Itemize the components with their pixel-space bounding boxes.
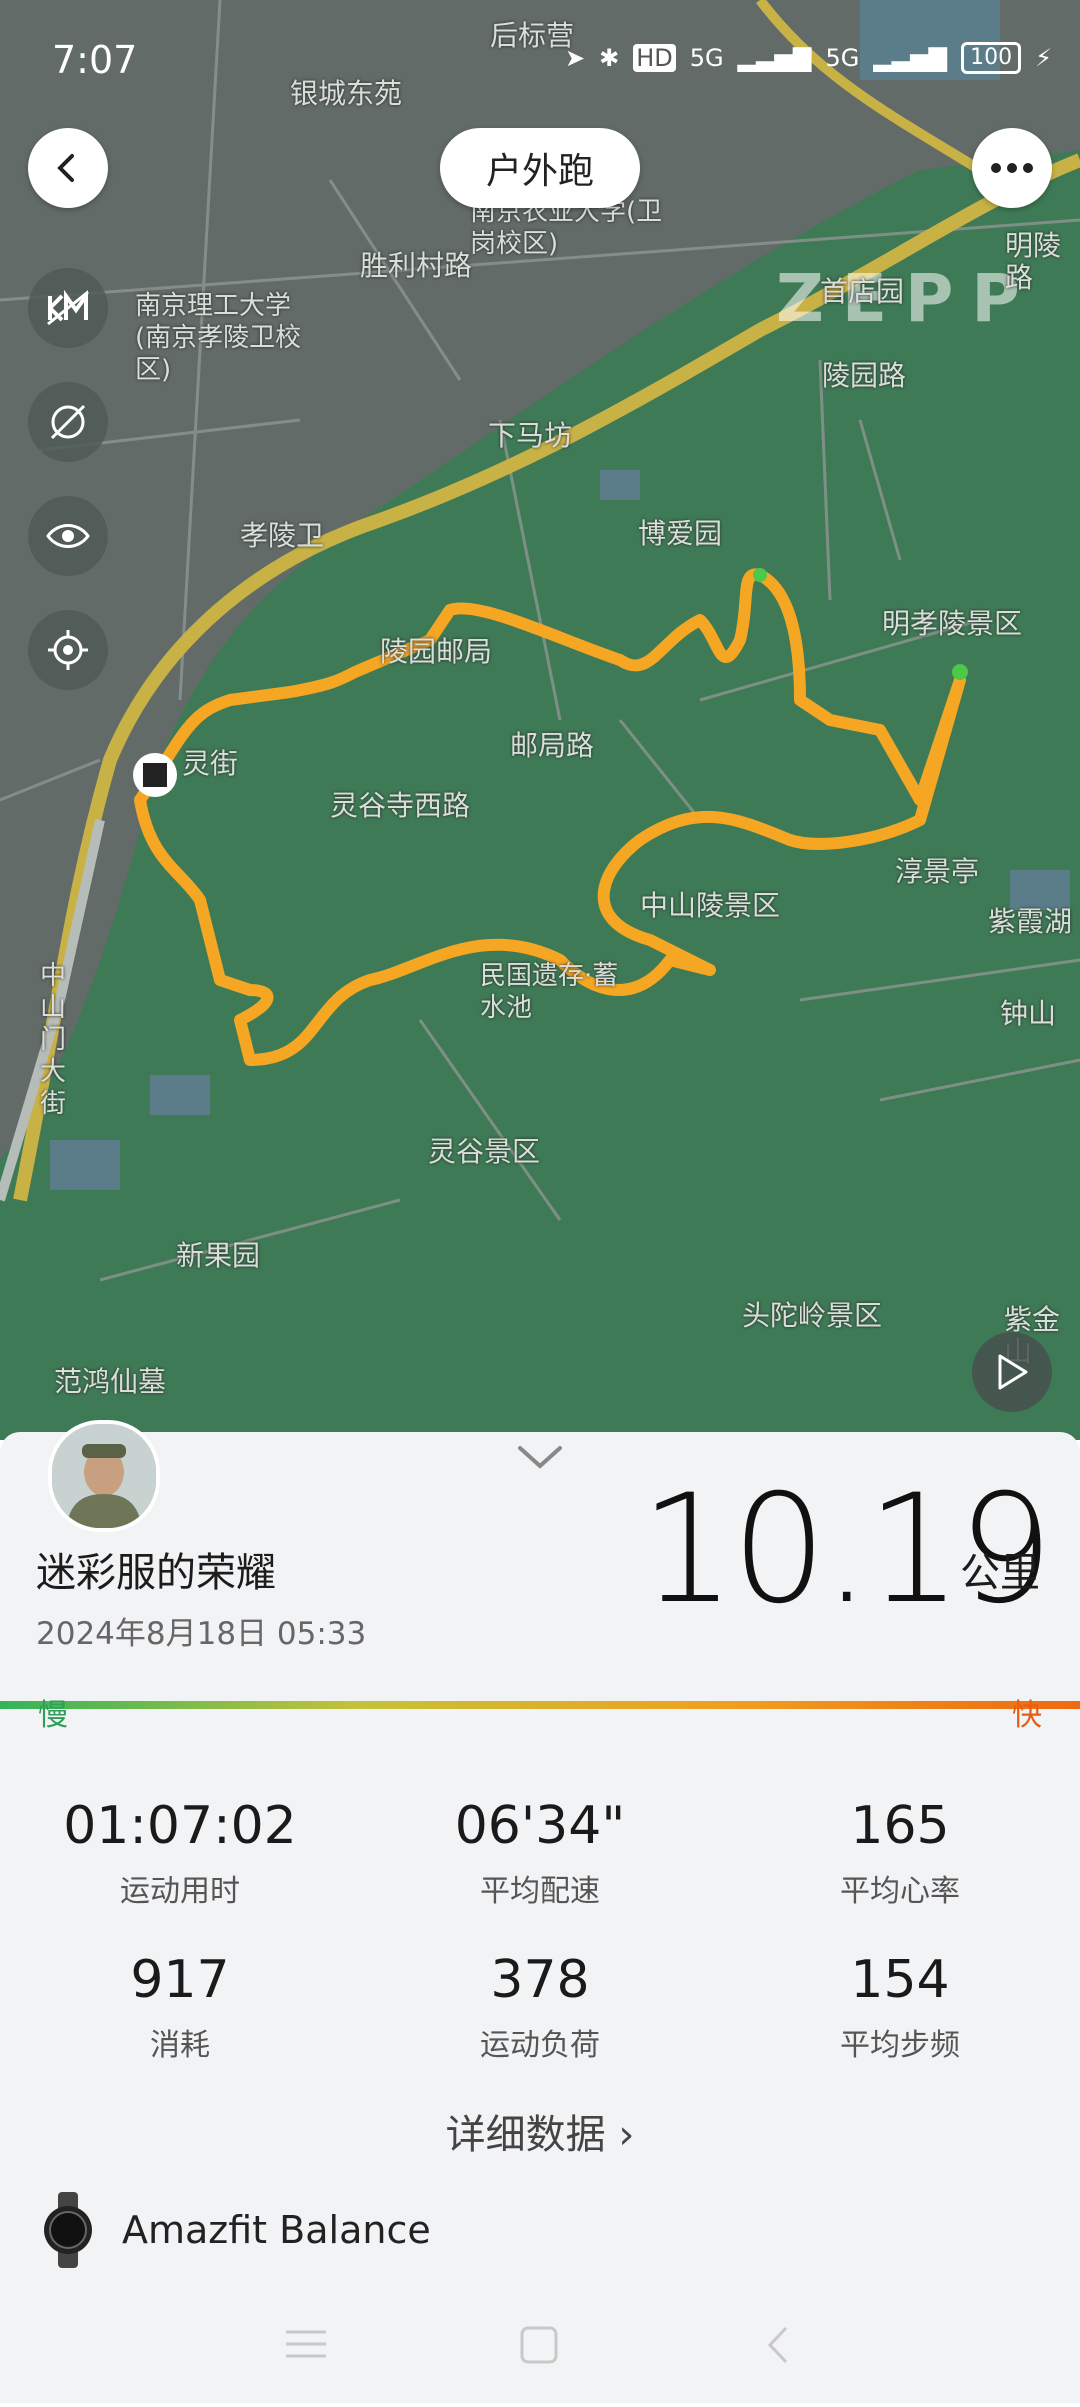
map-label: 新果园 [176, 1239, 261, 1272]
map-label: 孝陵卫 [240, 519, 325, 552]
zepp-watermark: ZEPP [776, 260, 1038, 337]
map-label: 钟山 [1000, 997, 1057, 1030]
signal-bars-icon: ▂▃▅▇ [737, 44, 812, 72]
signal-5g-2: 5G [825, 44, 860, 72]
stat-value: 378 [490, 1950, 590, 2010]
stat-duration: 01:07:02 运动用时 [30, 1796, 330, 1910]
map-label: 中山陵景区 [640, 889, 781, 922]
stat-label: 平均步频 [840, 2028, 960, 2063]
stat-label: 平均配速 [480, 1874, 600, 1909]
globe-off-icon [50, 404, 86, 440]
detail-data-link[interactable]: 详细数据 › [0, 2102, 1080, 2160]
status-bar: 7:07 ➤ ✱ HD 5G ▂▃▅▇ 5G ▂▃▅▇ 100 ⚡ [0, 0, 1080, 120]
device-name: Amazfit Balance [122, 2208, 431, 2252]
map-label: 首店园 [820, 275, 905, 308]
watch-icon [44, 2192, 92, 2268]
battery-indicator: 100 [961, 42, 1022, 74]
visibility-toggle[interactable] [28, 496, 108, 576]
map-label: 明孝陵景区 [882, 607, 1023, 640]
km-marker-icon [47, 290, 89, 326]
activity-type-title: 户外跑 [440, 128, 640, 208]
avatar[interactable] [48, 1420, 160, 1532]
system-nav-bar [0, 2300, 1080, 2403]
stat-value: 165 [850, 1796, 950, 1856]
pace-slow-label: 慢 [38, 1698, 68, 1733]
stat-avg-heart-rate: 165 平均心率 [750, 1796, 1050, 1910]
map-label: 淳景亭 [895, 855, 980, 888]
charging-icon: ⚡ [1035, 44, 1052, 72]
stat-label: 消耗 [150, 2028, 210, 2063]
route-map[interactable]: ZEPP 银城东苑 后标营 南京农业大学(卫岗校区) 南京理工大学(南京孝陵卫校… [0, 0, 1080, 1440]
activity-datetime: 2024年8月18日 05:33 [36, 1616, 367, 1652]
map-label: 邮局路 [510, 729, 595, 762]
home-icon [520, 2326, 558, 2364]
recenter-button[interactable] [28, 610, 108, 690]
locate-icon [48, 630, 88, 670]
status-icons: ➤ ✱ HD 5G ▂▃▅▇ 5G ▂▃▅▇ 100 ⚡ [565, 40, 1052, 76]
map-label: 胜利村路 [360, 249, 473, 282]
more-icon [991, 163, 1033, 173]
chevron-down-icon [518, 1446, 562, 1469]
map-label: 灵谷寺西路 [330, 789, 471, 822]
map-label: 头陀岭景区 [742, 1299, 883, 1332]
device-row[interactable]: Amazfit Balance [40, 2192, 431, 2268]
distance-unit: 公里 [960, 1550, 1040, 1596]
signal-bars-icon: ▂▃▅▇ [873, 44, 948, 72]
stat-training-load: 378 运动负荷 [390, 1950, 690, 2064]
stat-value: 917 [130, 1950, 230, 2010]
chevron-left-icon [57, 154, 74, 182]
stat-label: 运动用时 [120, 1874, 240, 1909]
user-photo [52, 1424, 156, 1528]
hd-badge: HD [633, 44, 676, 72]
map-label: 南京理工大学(南京孝陵卫校区) [135, 291, 302, 385]
more-button[interactable] [972, 128, 1052, 208]
stat-label: 运动负荷 [480, 2028, 600, 2063]
chevron-right-icon: › [618, 2112, 635, 2158]
play-icon [998, 1354, 1028, 1390]
pace-gradient-bar [0, 1701, 1080, 1709]
stat-calories: 917 消耗 [30, 1950, 330, 2064]
replay-button[interactable] [972, 1332, 1052, 1412]
detail-data-label: 详细数据 [445, 2112, 606, 2158]
back-button[interactable] [28, 128, 108, 208]
map-label: 博爱园 [638, 517, 723, 550]
user-name: 迷彩服的荣耀 [36, 1550, 276, 1596]
map-label: 灵街 [182, 747, 239, 780]
map-label: 明陵路 [1005, 229, 1062, 294]
map-label: 陵园邮局 [380, 635, 493, 668]
stat-value: 01:07:02 [63, 1796, 297, 1856]
map-label: 下马坊 [488, 419, 573, 452]
map-label: 中山门大街 [40, 961, 67, 1119]
pace-fast-label: 快 [1012, 1698, 1042, 1733]
stat-value: 06'34" [454, 1796, 626, 1856]
stat-avg-pace: 06'34" 平均配速 [390, 1796, 690, 1910]
map-label: 范鸿仙墓 [54, 1365, 167, 1398]
back-icon [767, 2326, 788, 2364]
stat-label: 平均心率 [840, 1874, 960, 1909]
collapse-sheet-button[interactable] [516, 1444, 564, 1476]
nav-bar-canvas [286, 2326, 788, 2364]
map-label: 紫霞湖 [988, 905, 1073, 938]
status-time: 7:07 [52, 38, 138, 82]
finish-flag-icon [143, 763, 167, 787]
map-label: 民国遗存·蓄水池 [480, 961, 619, 1023]
bluetooth-icon: ✱ [599, 44, 620, 72]
eye-icon [46, 524, 90, 548]
location-icon: ➤ [564, 44, 586, 72]
map-style-toggle[interactable] [28, 382, 108, 462]
stat-avg-cadence: 154 平均步频 [750, 1950, 1050, 2064]
map-label: 陵园路 [822, 359, 907, 392]
signal-5g-1: 5G [689, 44, 724, 72]
km-markers-toggle[interactable] [28, 268, 108, 348]
stat-value: 154 [850, 1950, 950, 2010]
map-label: 灵谷景区 [428, 1135, 541, 1168]
menu-icon [286, 2330, 326, 2358]
